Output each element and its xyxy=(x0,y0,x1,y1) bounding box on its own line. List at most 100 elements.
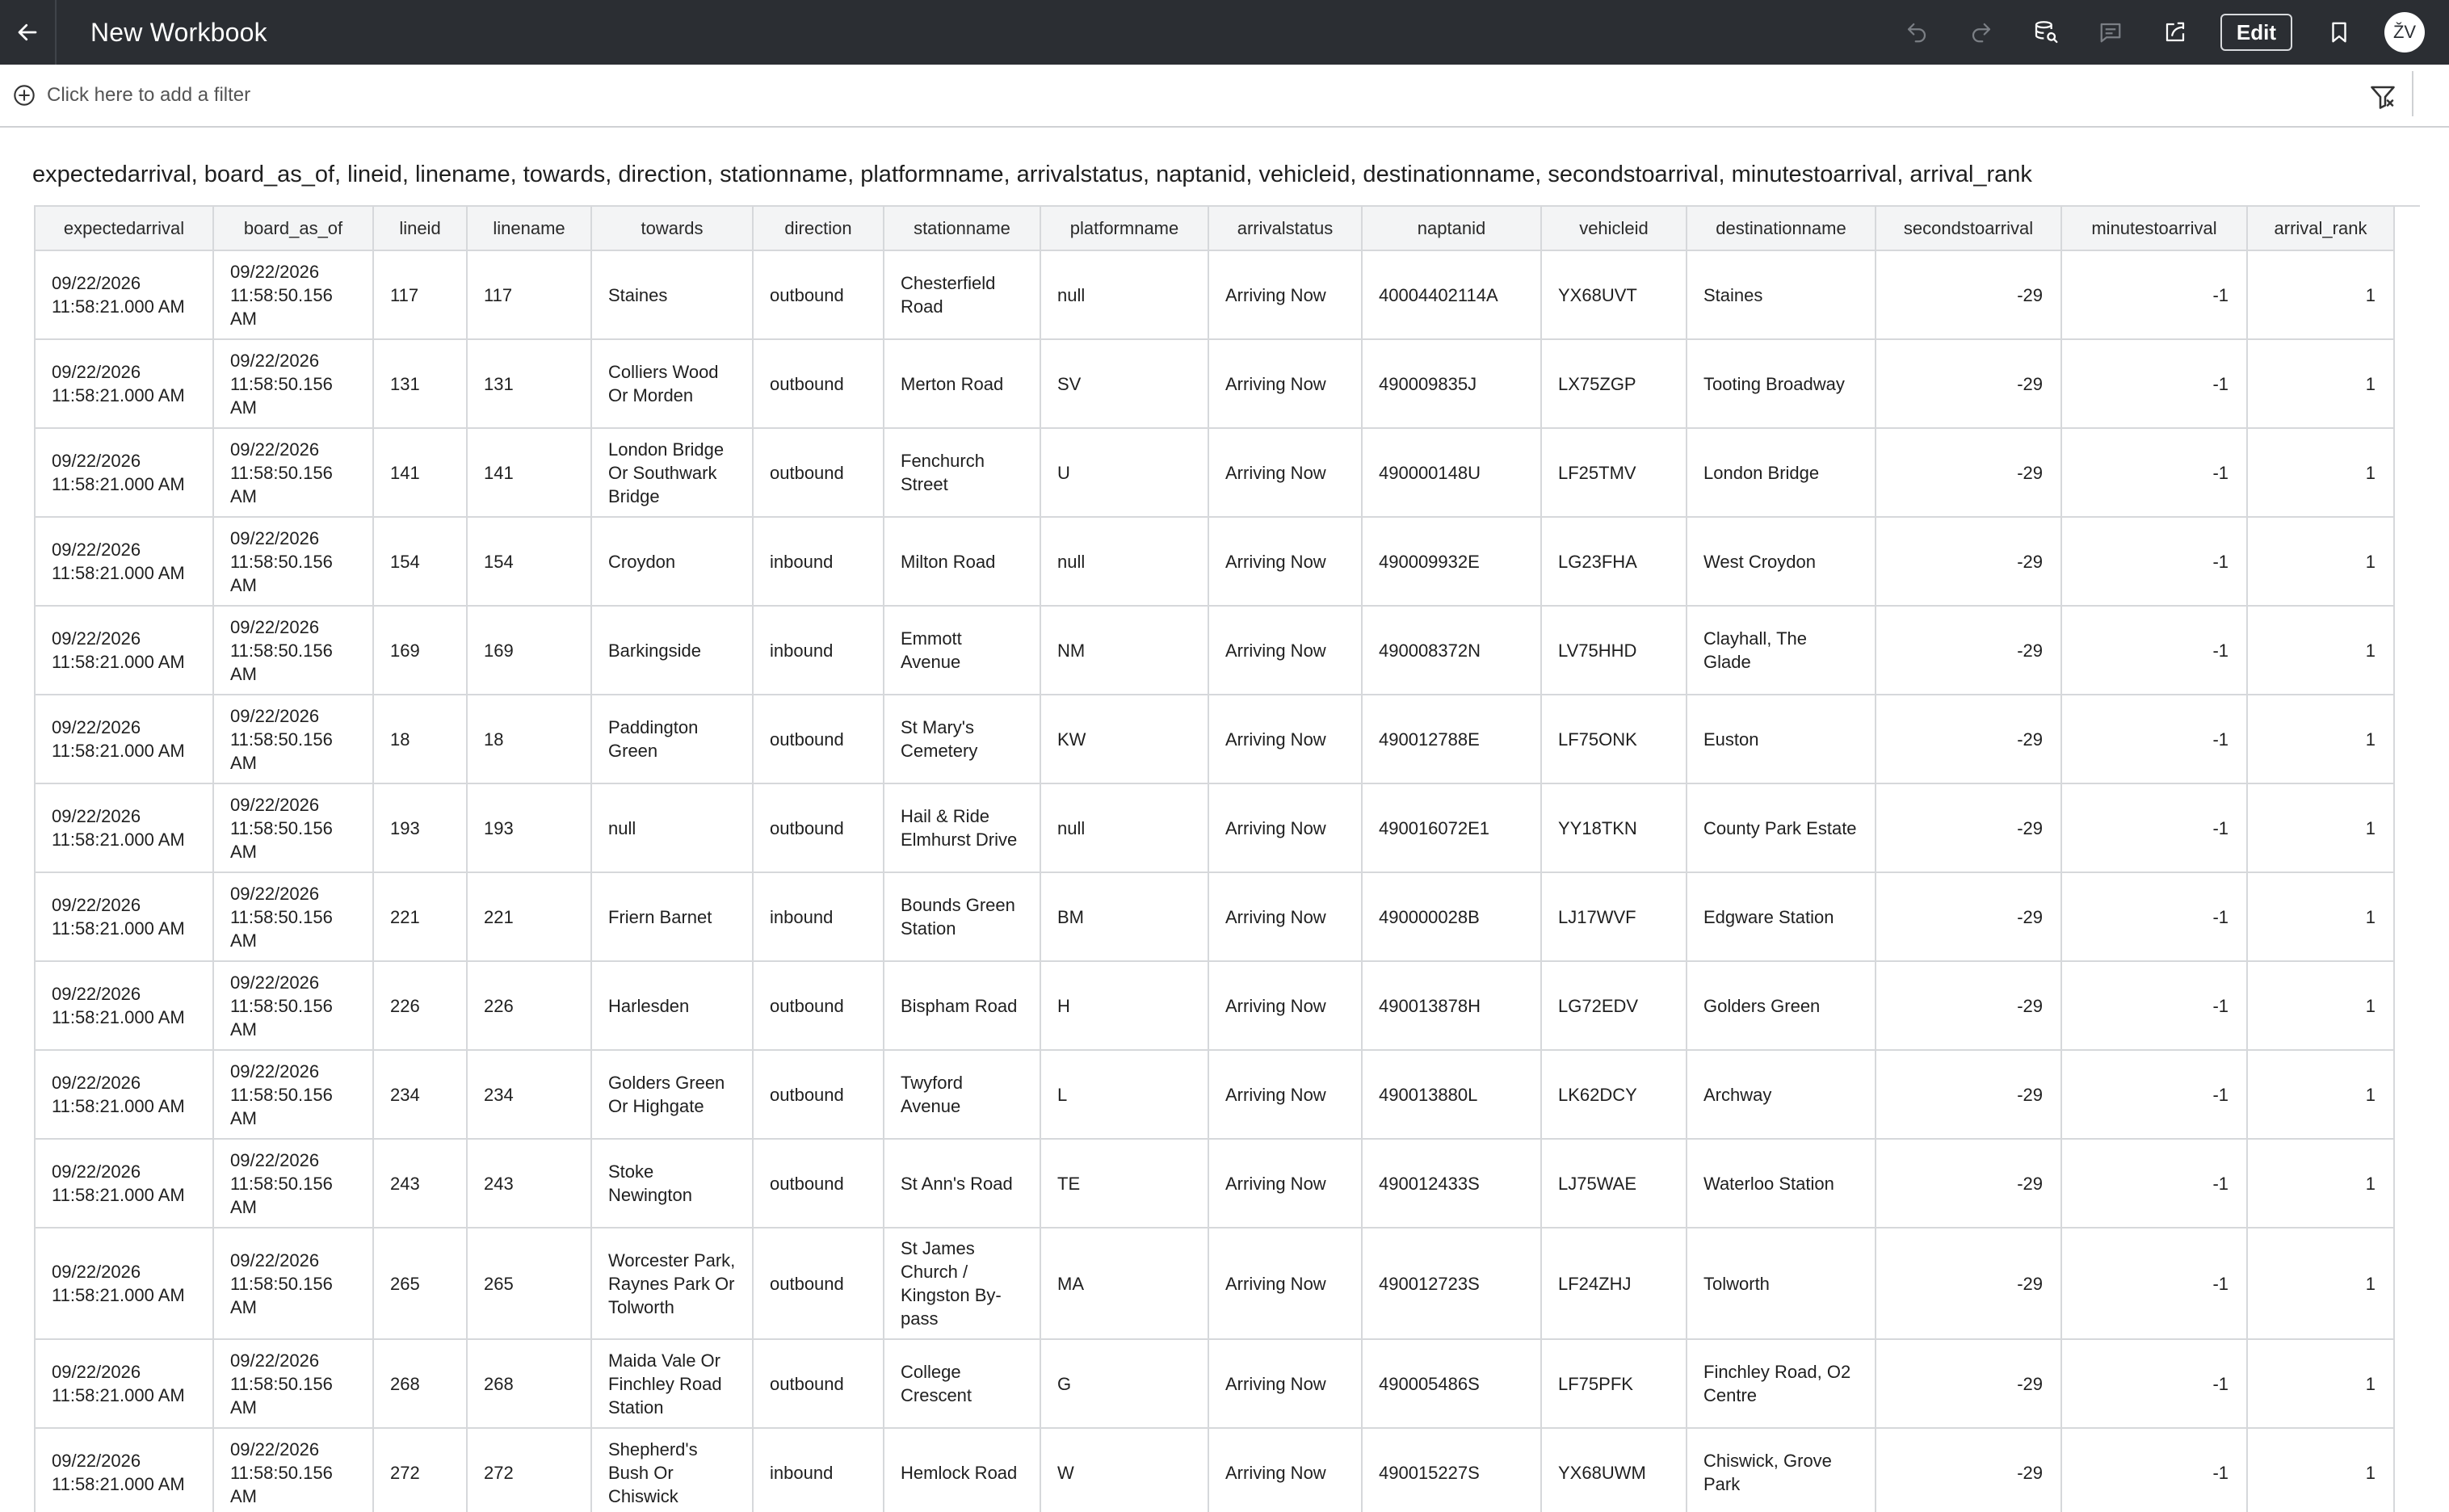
cell-destinationname: West Croydon xyxy=(1687,517,1876,607)
user-avatar[interactable]: ŽV xyxy=(2384,12,2425,52)
cell-platformname: SV xyxy=(1040,339,1209,429)
table-row[interactable]: 09/22/2026 11:58:21.000 AM 09/22/2026 11:… xyxy=(36,872,2395,962)
workbook-title[interactable]: New Workbook xyxy=(90,18,267,48)
cell-secondstoarrival: -29 xyxy=(1876,339,2062,429)
column-header-arrival_rank[interactable]: arrival_rank xyxy=(2247,207,2395,251)
table-row[interactable]: 09/22/2026 11:58:21.000 AM 09/22/2026 11:… xyxy=(36,1339,2395,1429)
column-header-vehicleid[interactable]: vehicleid xyxy=(1541,207,1687,251)
cell-platformname: TE xyxy=(1040,1139,1209,1228)
cell-direction: inbound xyxy=(753,517,884,607)
table-row[interactable]: 09/22/2026 11:58:21.000 AM 09/22/2026 11:… xyxy=(36,250,2395,340)
cell-direction: outbound xyxy=(753,250,884,340)
cell-linename: 221 xyxy=(467,872,592,962)
column-header-lineid[interactable]: lineid xyxy=(373,207,468,251)
table-row[interactable]: 09/22/2026 11:58:21.000 AM 09/22/2026 11:… xyxy=(36,961,2395,1051)
cell-expectedarrival: 09/22/2026 11:58:21.000 AM xyxy=(36,1139,214,1228)
add-filter-button[interactable]: Click here to add a filter xyxy=(13,84,250,107)
cell-expectedarrival: 09/22/2026 11:58:21.000 AM xyxy=(36,606,214,695)
cell-minutestoarrival: -1 xyxy=(2061,606,2248,695)
cell-platformname: KW xyxy=(1040,695,1209,784)
share-button[interactable] xyxy=(2159,16,2191,48)
column-header-secondstoarrival[interactable]: secondstoarrival xyxy=(1876,207,2062,251)
cell-destinationname: County Park Estate xyxy=(1687,783,1876,873)
table-row[interactable]: 09/22/2026 11:58:21.000 AM 09/22/2026 11:… xyxy=(36,428,2395,518)
back-button[interactable] xyxy=(0,0,57,65)
undo-button[interactable] xyxy=(1901,16,1933,48)
cell-arrival_rank: 1 xyxy=(2247,1339,2395,1429)
cell-vehicleid: LK62DCY xyxy=(1541,1050,1687,1140)
cell-towards: London Bridge Or Southwark Bridge xyxy=(591,428,754,518)
cell-vehicleid: LF24ZHJ xyxy=(1541,1228,1687,1340)
column-header-platformname[interactable]: platformname xyxy=(1040,207,1209,251)
cell-arrival_rank: 1 xyxy=(2247,606,2395,695)
table-row[interactable]: 09/22/2026 11:58:21.000 AM 09/22/2026 11:… xyxy=(36,1050,2395,1140)
cell-arrivalstatus: Arriving Now xyxy=(1208,695,1363,784)
column-header-towards[interactable]: towards xyxy=(591,207,754,251)
cell-lineid: 141 xyxy=(373,428,468,518)
cell-board_as_of: 09/22/2026 11:58:50.156 AM xyxy=(213,517,374,607)
cell-expectedarrival: 09/22/2026 11:58:21.000 AM xyxy=(36,872,214,962)
cell-direction: outbound xyxy=(753,428,884,518)
column-header-linename[interactable]: linename xyxy=(467,207,592,251)
cell-arrival_rank: 1 xyxy=(2247,1428,2395,1512)
cell-vehicleid: LJ75WAE xyxy=(1541,1139,1687,1228)
cell-vehicleid: LF75PFK xyxy=(1541,1339,1687,1429)
cell-towards: Shepherd's Bush Or Chiswick xyxy=(591,1428,754,1512)
table-row[interactable]: 09/22/2026 11:58:21.000 AM 09/22/2026 11:… xyxy=(36,1428,2395,1512)
cell-lineid: 169 xyxy=(373,606,468,695)
visualization-title: expectedarrival, board_as_of, lineid, li… xyxy=(32,162,2032,187)
cell-expectedarrival: 09/22/2026 11:58:21.000 AM xyxy=(36,250,214,340)
table-row[interactable]: 09/22/2026 11:58:21.000 AM 09/22/2026 11:… xyxy=(36,1139,2395,1228)
cell-direction: outbound xyxy=(753,961,884,1051)
cell-direction: outbound xyxy=(753,1228,884,1340)
cell-minutestoarrival: -1 xyxy=(2061,695,2248,784)
column-header-board_as_of[interactable]: board_as_of xyxy=(213,207,374,251)
cell-board_as_of: 09/22/2026 11:58:50.156 AM xyxy=(213,1139,374,1228)
column-header-direction[interactable]: direction xyxy=(753,207,884,251)
cell-linename: 243 xyxy=(467,1139,592,1228)
cell-towards: null xyxy=(591,783,754,873)
bookmark-icon xyxy=(2332,22,2346,43)
cell-arrival_rank: 1 xyxy=(2247,961,2395,1051)
bookmark-button[interactable] xyxy=(2323,16,2355,48)
column-header-arrivalstatus[interactable]: arrivalstatus xyxy=(1208,207,1363,251)
cell-secondstoarrival: -29 xyxy=(1876,1050,2062,1140)
cell-expectedarrival: 09/22/2026 11:58:21.000 AM xyxy=(36,339,214,429)
cell-lineid: 131 xyxy=(373,339,468,429)
table-row[interactable]: 09/22/2026 11:58:21.000 AM 09/22/2026 11:… xyxy=(36,783,2395,873)
cell-board_as_of: 09/22/2026 11:58:50.156 AM xyxy=(213,250,374,340)
column-header-minutestoarrival[interactable]: minutestoarrival xyxy=(2061,207,2248,251)
cell-stationname: Chesterfield Road xyxy=(884,250,1041,340)
database-search-icon xyxy=(2035,21,2058,44)
cell-direction: outbound xyxy=(753,1339,884,1429)
cell-secondstoarrival: -29 xyxy=(1876,517,2062,607)
column-header-stationname[interactable]: stationname xyxy=(884,207,1041,251)
cell-arrivalstatus: Arriving Now xyxy=(1208,606,1363,695)
column-header-destinationname[interactable]: destinationname xyxy=(1687,207,1876,251)
column-header-naptanid[interactable]: naptanid xyxy=(1362,207,1542,251)
cell-arrivalstatus: Arriving Now xyxy=(1208,1339,1363,1429)
cell-linename: 193 xyxy=(467,783,592,873)
cell-arrivalstatus: Arriving Now xyxy=(1208,517,1363,607)
table-row[interactable]: 09/22/2026 11:58:21.000 AM 09/22/2026 11:… xyxy=(36,695,2395,784)
cell-destinationname: Finchley Road, O2 Centre xyxy=(1687,1339,1876,1429)
cell-expectedarrival: 09/22/2026 11:58:21.000 AM xyxy=(36,1339,214,1429)
redo-button[interactable] xyxy=(1965,16,1997,48)
comments-button[interactable] xyxy=(2094,16,2127,48)
data-search-button[interactable] xyxy=(2030,16,2062,48)
cell-arrival_rank: 1 xyxy=(2247,339,2395,429)
table-row[interactable]: 09/22/2026 11:58:21.000 AM 09/22/2026 11:… xyxy=(36,517,2395,607)
cell-towards: Colliers Wood Or Morden xyxy=(591,339,754,429)
cell-platformname: U xyxy=(1040,428,1209,518)
edit-button[interactable]: Edit xyxy=(2220,14,2292,51)
column-header-expectedarrival[interactable]: expectedarrival xyxy=(36,207,214,251)
cell-stationname: College Crescent xyxy=(884,1339,1041,1429)
cell-board_as_of: 09/22/2026 11:58:50.156 AM xyxy=(213,606,374,695)
cell-arrival_rank: 1 xyxy=(2247,517,2395,607)
table-row[interactable]: 09/22/2026 11:58:21.000 AM 09/22/2026 11:… xyxy=(36,606,2395,695)
filter-options-button[interactable] xyxy=(2368,82,2397,111)
cell-lineid: 18 xyxy=(373,695,468,784)
table-row[interactable]: 09/22/2026 11:58:21.000 AM 09/22/2026 11:… xyxy=(36,339,2395,429)
cell-expectedarrival: 09/22/2026 11:58:21.000 AM xyxy=(36,1228,214,1340)
table-row[interactable]: 09/22/2026 11:58:21.000 AM 09/22/2026 11:… xyxy=(36,1228,2395,1340)
